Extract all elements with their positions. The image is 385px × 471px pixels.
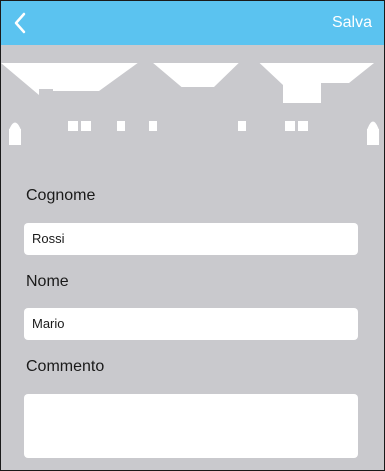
surname-label: Cognome [26, 187, 96, 204]
chevron-left-icon [14, 12, 26, 34]
name-label: Nome [26, 273, 69, 290]
houses-skyline-illustration [1, 45, 384, 145]
comment-field[interactable] [24, 394, 358, 458]
save-button[interactable]: Salva [332, 1, 372, 45]
app-screen: Salva Cognome Rossi Nome Mario Commento [0, 0, 385, 471]
name-field[interactable]: Mario [24, 308, 358, 340]
comment-label: Commento [26, 358, 105, 375]
surname-field[interactable]: Rossi [24, 223, 358, 255]
back-button[interactable] [1, 1, 45, 45]
navigation-bar: Salva [1, 1, 384, 45]
form-content: Cognome Rossi Nome Mario Commento [1, 145, 384, 470]
